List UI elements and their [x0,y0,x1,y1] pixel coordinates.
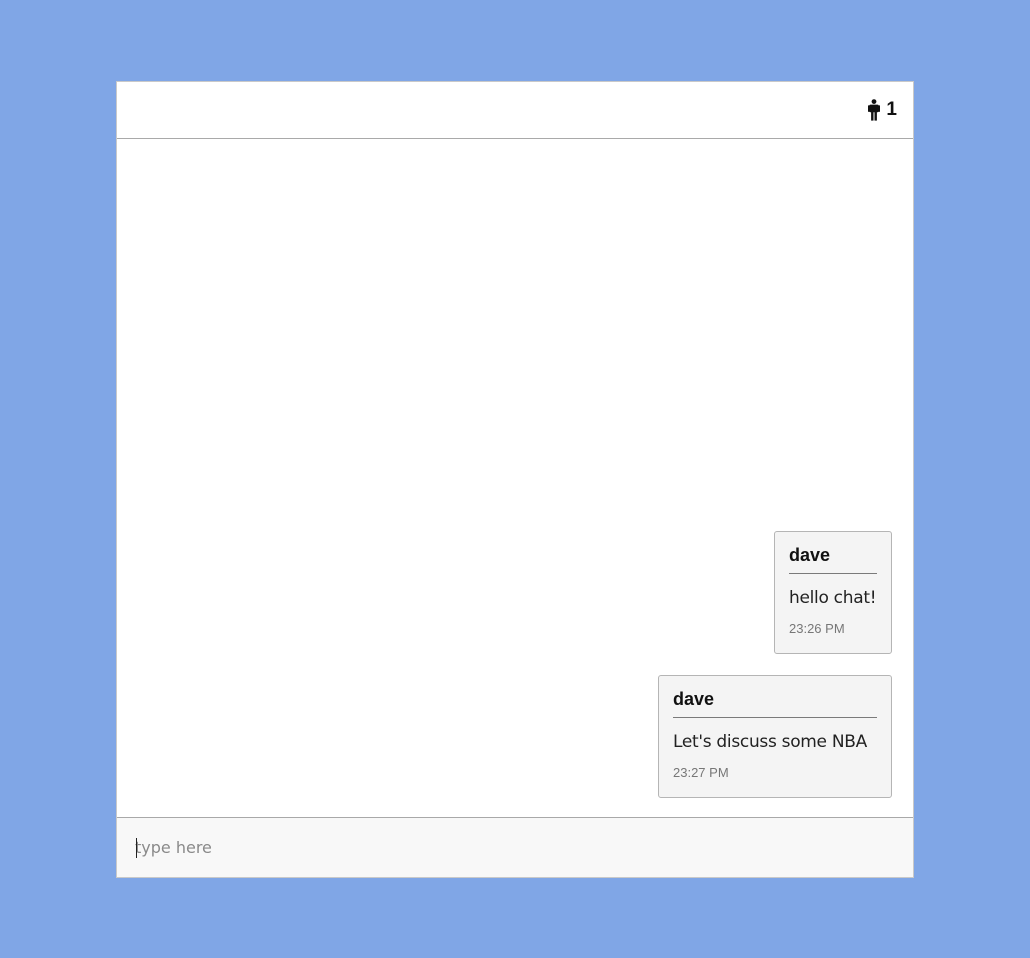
message-list: dave hello chat! 23:26 PM dave Let's dis… [117,139,913,819]
message-text: Let's discuss some NBA [673,732,867,752]
message-timestamp: 23:27 PM [673,765,729,780]
message-input[interactable] [135,818,895,877]
person-icon [868,99,881,121]
message-bubble: dave hello chat! 23:26 PM [774,531,892,654]
message-author: dave [673,689,877,718]
message-timestamp: 23:26 PM [789,621,845,636]
chat-header: 1 [117,82,913,139]
message-text: hello chat! [789,588,877,608]
online-user-count: 1 [868,98,897,122]
message-bubble: dave Let's discuss some NBA 23:27 PM [658,675,892,798]
text-caret [136,838,137,858]
message-composer [117,817,913,877]
user-count-value: 1 [886,99,897,120]
chat-window: 1 dave hello chat! 23:26 PM dave Let's d… [116,81,914,878]
message-author: dave [789,545,877,574]
